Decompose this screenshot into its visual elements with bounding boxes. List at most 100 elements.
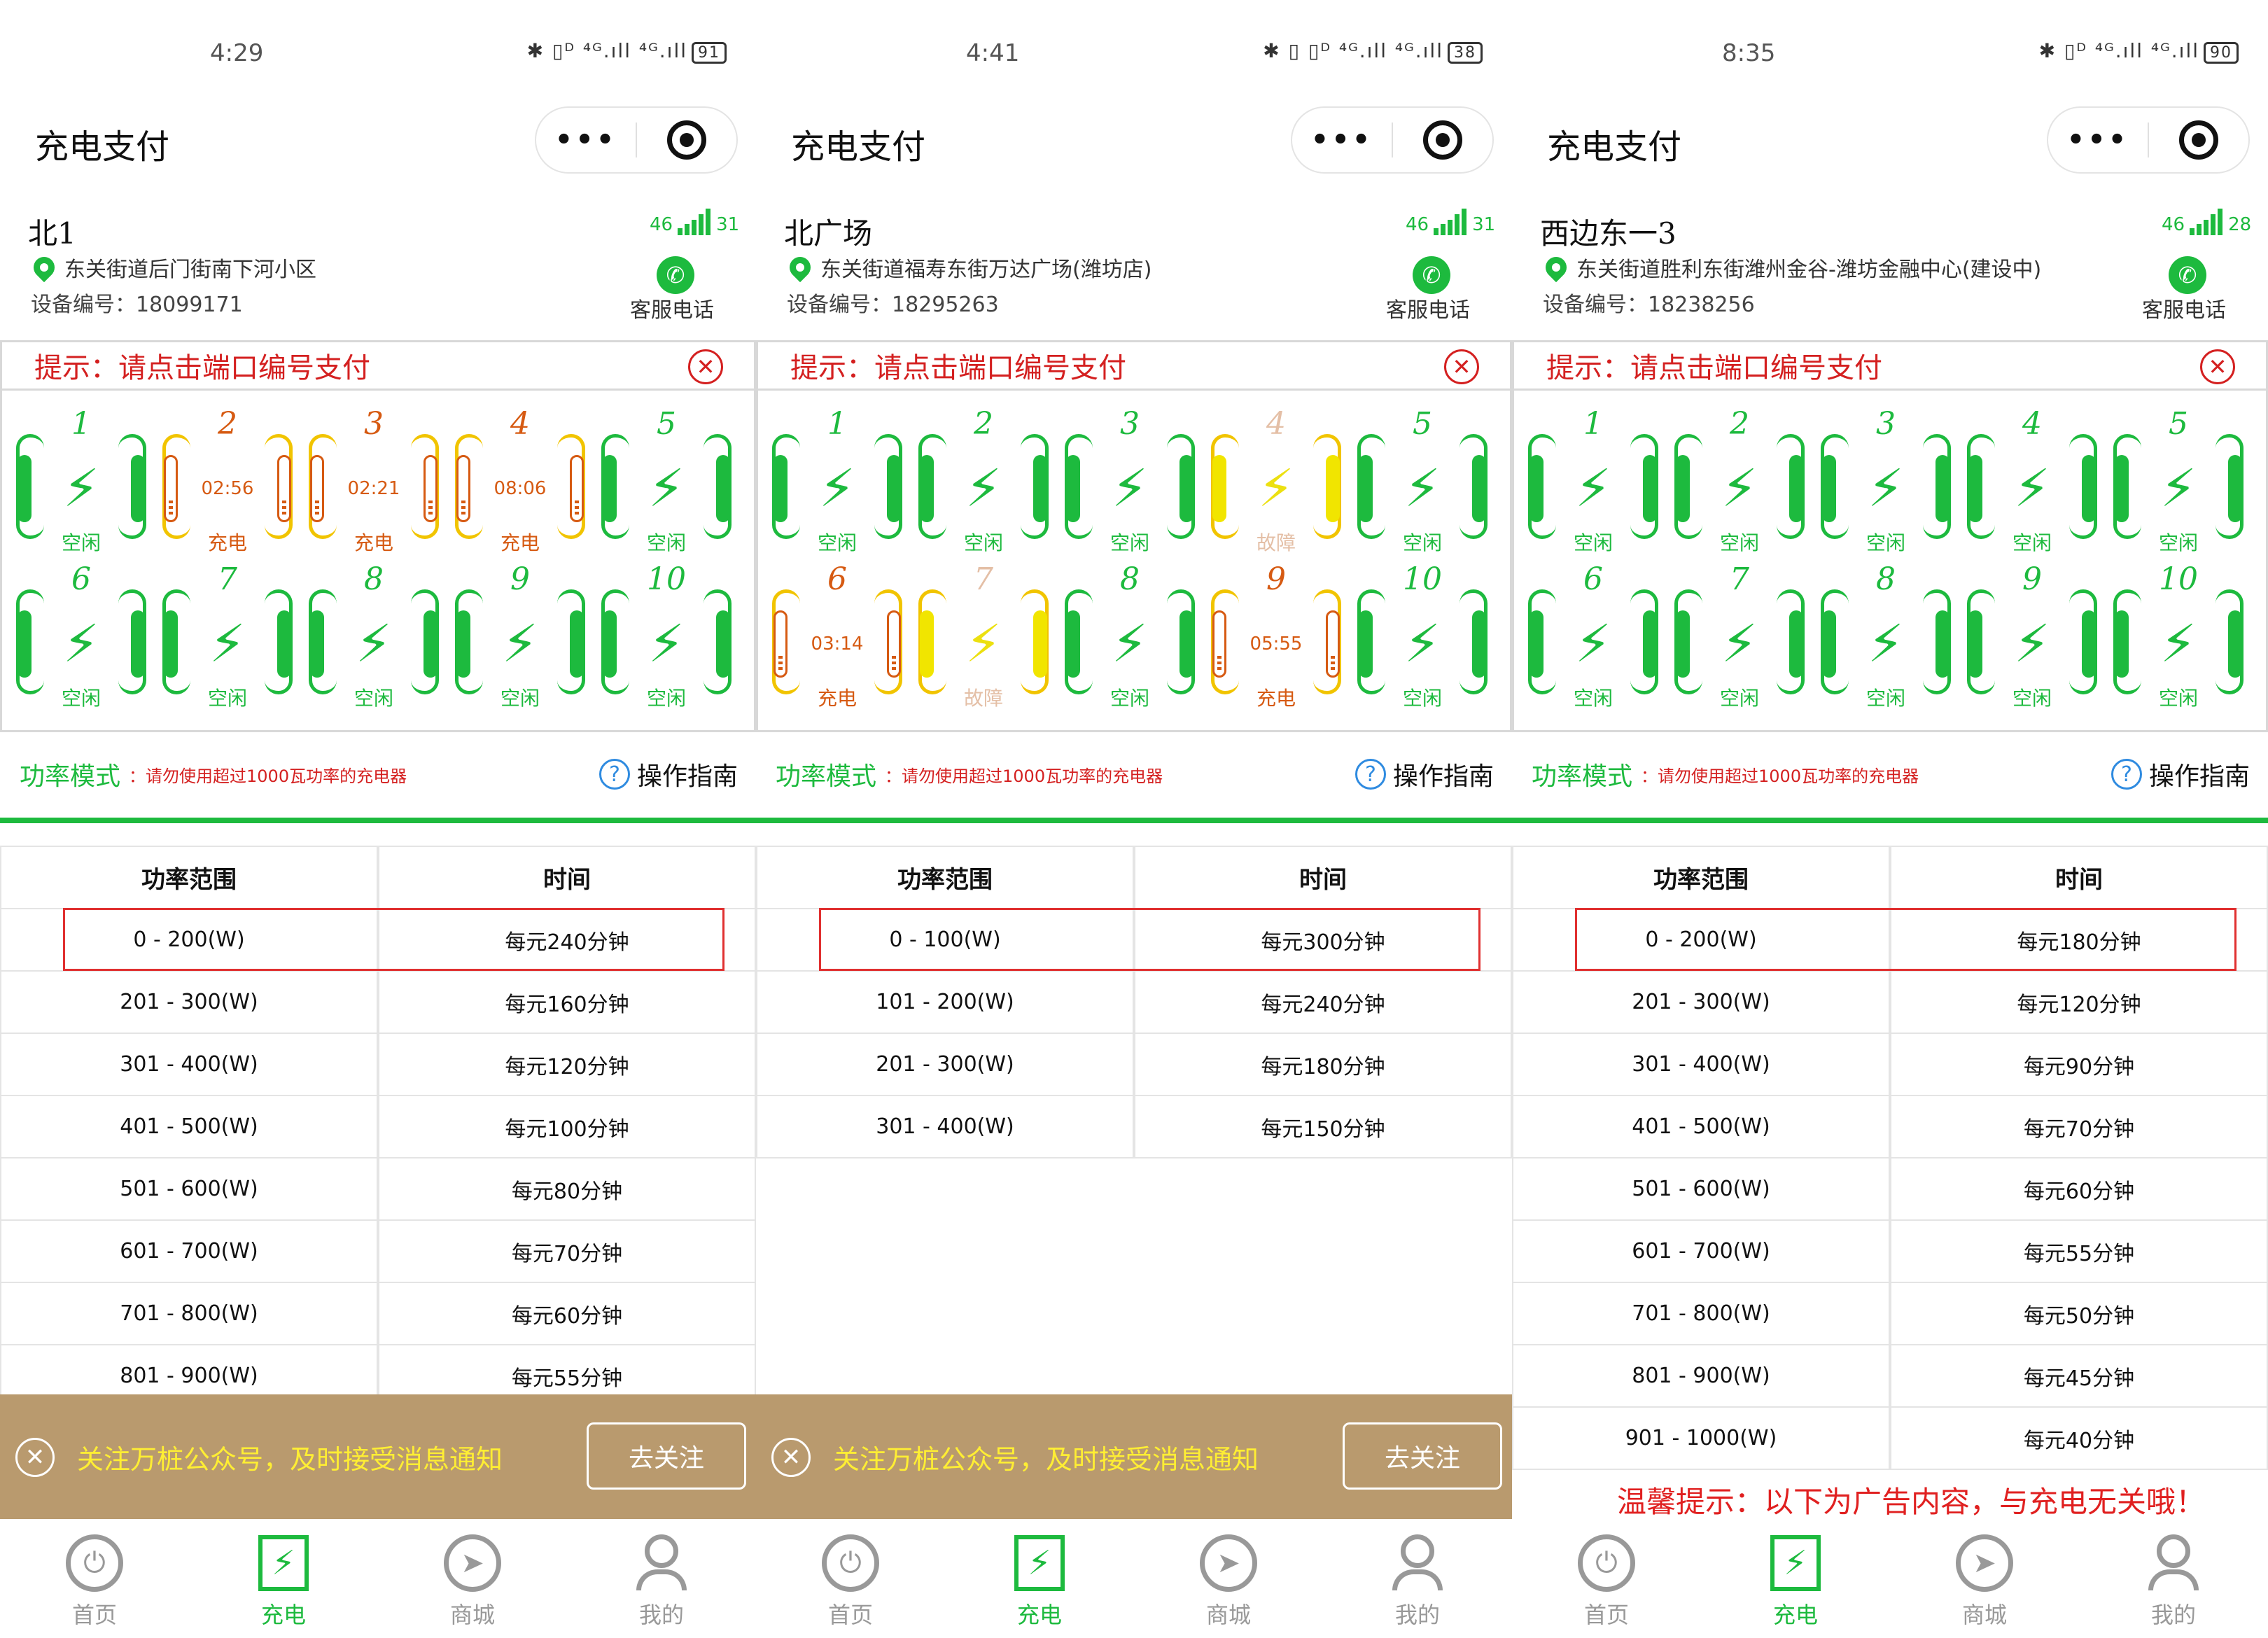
charging-port-1[interactable]: 1 ⚡ 空闲 <box>1527 405 1660 554</box>
phone-icon[interactable]: ✆ <box>2169 256 2206 294</box>
tab-me[interactable]: 我的 <box>1323 1519 1512 1638</box>
status-time: 4:29 <box>210 39 264 67</box>
charging-port-10[interactable]: 10 ⚡ 空闲 <box>1356 560 1489 710</box>
charging-port-9[interactable]: 9 ⚡ 空闲 <box>1966 560 2099 710</box>
charging-port-1[interactable]: 1 ⚡ 空闲 <box>771 405 904 554</box>
tab-charge[interactable]: ⚡ 充电 <box>189 1519 378 1638</box>
charging-port-7[interactable]: 7 ⚡ 故障 <box>917 560 1050 710</box>
charging-port-7[interactable]: 7 ⚡ 空闲 <box>161 560 294 710</box>
port-center: ⚡ <box>482 613 559 675</box>
charging-port-3[interactable]: 3 ⚡ 空闲 <box>1063 405 1196 554</box>
port-status: 空闲 <box>817 531 857 554</box>
charging-port-9[interactable]: 9 ⚡ 空闲 <box>454 560 587 710</box>
selected-rate-highlight <box>819 908 1480 971</box>
tab-me[interactable]: 我的 <box>2079 1519 2268 1638</box>
charging-port-3[interactable]: 3 ⚡ 空闲 <box>1819 405 1952 554</box>
charging-port-5[interactable]: 5 ⚡ 空闲 <box>1356 405 1489 554</box>
close-icon[interactable]: ✕ <box>688 349 723 384</box>
port-indicator-right <box>570 610 584 678</box>
battery-icon: 90 <box>2204 42 2239 64</box>
charging-port-6[interactable]: 6 ⚡ 空闲 <box>15 560 148 710</box>
more-menu-button[interactable]: ••• <box>2048 124 2148 156</box>
port-number: 3 <box>364 406 384 442</box>
hint-text: 提示：请点击端口编号支付 <box>790 352 1126 384</box>
status-bar: 8:35 ✱ ▯ᴰ ⁴ᴳ.ıll ⁴ᴳ.ıll 90 <box>1512 0 2268 112</box>
port-status: 空闲 <box>2012 687 2052 710</box>
close-icon[interactable]: ✕ <box>1444 349 1479 384</box>
charging-port-6[interactable]: 6 ⚡ 空闲 <box>1527 560 1660 710</box>
table-row: 601 - 700(W) 每元55分钟 <box>1512 1219 2268 1282</box>
tab-mall[interactable]: ➤ 商城 <box>1890 1519 2079 1638</box>
charging-port-2[interactable]: 2 02:56 充电 <box>161 405 294 554</box>
follow-button[interactable]: 去关注 <box>587 1422 746 1490</box>
port-status: 空闲 <box>61 531 101 554</box>
more-menu-button[interactable]: ••• <box>1292 124 1392 156</box>
charge-time: 08:06 <box>493 478 547 499</box>
close-icon[interactable]: ✕ <box>771 1438 811 1477</box>
tab-home[interactable]: ⏻ 首页 <box>756 1519 945 1638</box>
close-miniprogram-button[interactable] <box>1393 120 1492 160</box>
port-number: 6 <box>71 561 91 597</box>
customer-service-button[interactable]: 客服电话 <box>1386 293 1470 323</box>
charging-port-9[interactable]: 9 05:55 充电 <box>1210 560 1343 710</box>
port-indicator-right <box>1180 610 1194 678</box>
lightning-bolt-icon: ⚡ <box>1575 614 1611 674</box>
more-menu-button[interactable]: ••• <box>536 124 636 156</box>
port-indicator-left <box>1359 610 1373 678</box>
charging-port-8[interactable]: 8 ⚡ 空闲 <box>1819 560 1952 710</box>
close-miniprogram-button[interactable] <box>2149 120 2248 160</box>
time-rate-cell: 每元160分钟 <box>378 972 756 1032</box>
device-number: 设备编号：18295263 <box>787 293 999 317</box>
close-icon[interactable]: ✕ <box>15 1438 55 1477</box>
customer-service-button[interactable]: 客服电话 <box>630 293 714 323</box>
charge-time: 03:14 <box>811 634 864 654</box>
close-icon[interactable]: ✕ <box>2200 349 2235 384</box>
phone-icon[interactable]: ✆ <box>657 256 694 294</box>
port-indicator-right <box>1326 610 1340 678</box>
tab-home[interactable]: ⏻ 首页 <box>1512 1519 1701 1638</box>
customer-service-button[interactable]: 客服电话 <box>2142 293 2226 323</box>
tab-charge[interactable]: ⚡ 充电 <box>945 1519 1134 1638</box>
tab-mall[interactable]: ➤ 商城 <box>1134 1519 1323 1638</box>
charging-port-10[interactable]: 10 ⚡ 空闲 <box>2112 560 2245 710</box>
tab-mall[interactable]: ➤ 商城 <box>378 1519 567 1638</box>
charging-port-7[interactable]: 7 ⚡ 空闲 <box>1673 560 1806 710</box>
charging-port-8[interactable]: 8 ⚡ 空闲 <box>1063 560 1196 710</box>
operation-guide-button[interactable]: ? 操作指南 <box>1354 756 1494 792</box>
port-number: 2 <box>1730 406 1749 442</box>
charging-port-3[interactable]: 3 02:21 充电 <box>307 405 440 554</box>
operation-guide-button[interactable]: ? 操作指南 <box>598 756 738 792</box>
follow-button[interactable]: 去关注 <box>1343 1422 1502 1490</box>
close-miniprogram-button[interactable] <box>637 120 736 160</box>
port-center: ⚡ <box>1238 458 1315 519</box>
port-grid: 1 ⚡ 空闲 2 ⚡ 空闲 3 ⚡ 空闲 4 ⚡ 故障 5 ⚡ 空闲 6 03:14 充电 7 ⚡ 故障 8 ⚡ 空闲 9 05:… <box>756 391 1512 732</box>
charging-port-4[interactable]: 4 ⚡ 故障 <box>1210 405 1343 554</box>
port-center: ⚡ <box>1555 613 1632 675</box>
table-header: 功率范围 时间 <box>0 846 756 908</box>
charging-port-6[interactable]: 6 03:14 充电 <box>771 560 904 710</box>
charging-port-8[interactable]: 8 ⚡ 空闲 <box>307 560 440 710</box>
charging-port-5[interactable]: 5 ⚡ 空闲 <box>600 405 733 554</box>
charging-port-10[interactable]: 10 ⚡ 空闲 <box>600 560 733 710</box>
tab-home[interactable]: ⏻ 首页 <box>0 1519 189 1638</box>
charging-port-2[interactable]: 2 ⚡ 空闲 <box>1673 405 1806 554</box>
tab-charge[interactable]: ⚡ 充电 <box>1701 1519 1890 1638</box>
charge-icon: ⚡ <box>1014 1535 1065 1591</box>
charging-port-5[interactable]: 5 ⚡ 空闲 <box>2112 405 2245 554</box>
table-row: 501 - 600(W) 每元60分钟 <box>1512 1157 2268 1219</box>
operation-guide-button[interactable]: ? 操作指南 <box>2110 756 2250 792</box>
charging-port-1[interactable]: 1 ⚡ 空闲 <box>15 405 148 554</box>
charging-port-4[interactable]: 4 ⚡ 空闲 <box>1966 405 2099 554</box>
charging-port-4[interactable]: 4 08:06 充电 <box>454 405 587 554</box>
port-status: 充电 <box>207 531 247 554</box>
port-status: 空闲 <box>2158 531 2198 554</box>
port-indicator-right <box>2082 455 2096 522</box>
charging-port-2[interactable]: 2 ⚡ 空闲 <box>917 405 1050 554</box>
port-indicator-right <box>1472 455 1486 522</box>
port-grid: 1 ⚡ 空闲 2 02:56 充电 3 02:21 充电 4 08:06 充电 5 ⚡ 空闲 6 ⚡ 空闲 7 ⚡ 空闲… <box>0 391 756 732</box>
compass-icon: ➤ <box>444 1534 501 1592</box>
table-row: 701 - 800(W) 每元50分钟 <box>1512 1282 2268 1344</box>
signal-bars-icon <box>2188 209 2223 235</box>
phone-icon[interactable]: ✆ <box>1413 256 1450 294</box>
tab-me[interactable]: 我的 <box>567 1519 756 1638</box>
